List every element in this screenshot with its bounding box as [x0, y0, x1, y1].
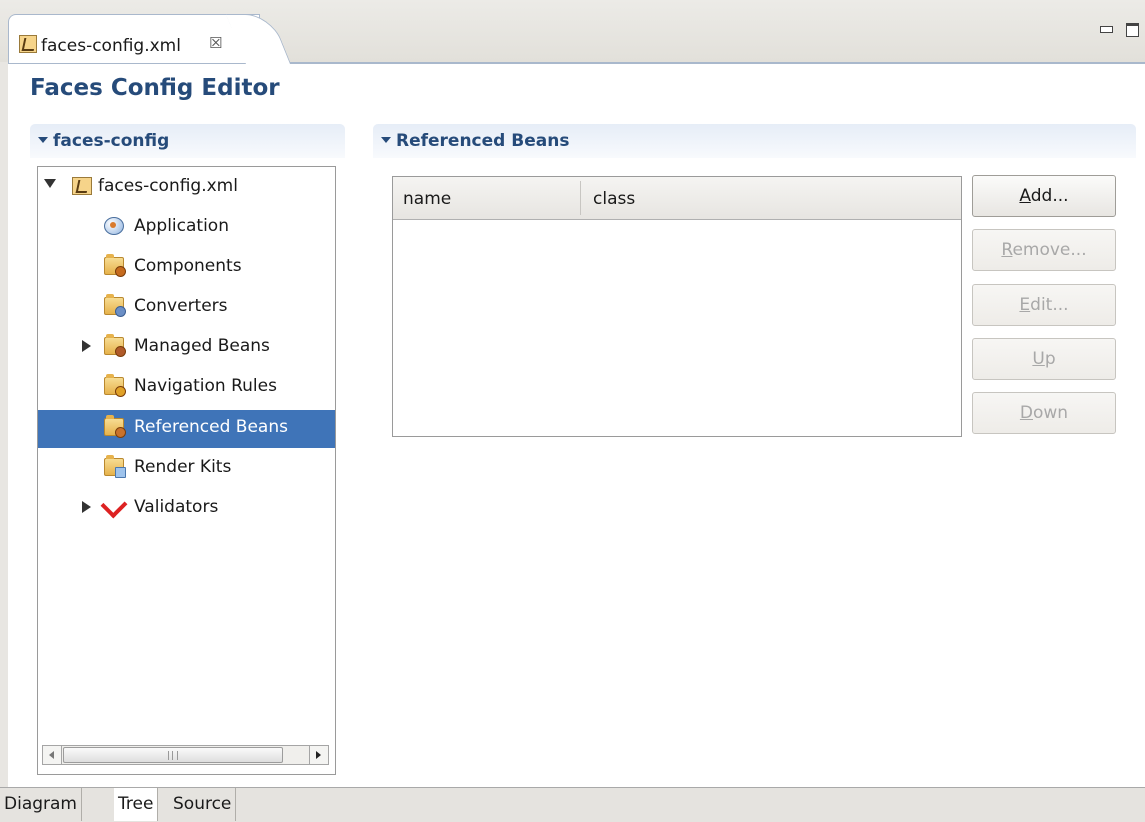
column-header-class[interactable]: class: [593, 189, 635, 209]
referenced-beans-section-header[interactable]: Referenced Beans: [373, 124, 1136, 158]
grip-icon: [168, 751, 178, 760]
referenced-beans-table[interactable]: name class: [392, 176, 962, 437]
faces-config-section-title: faces-config: [53, 131, 170, 151]
editor-tab-bar: faces-config.xml ☒: [0, 0, 1145, 64]
scroll-left-arrow-icon[interactable]: [43, 746, 62, 764]
render-kits-folder-icon: [104, 455, 126, 478]
tree-item-converters[interactable]: Converters: [38, 289, 335, 327]
tree-item-label: Components: [134, 256, 242, 276]
faces-config-section-header[interactable]: faces-config: [30, 124, 345, 158]
tree-item-components[interactable]: Components: [38, 249, 335, 287]
editor-tab-title: faces-config.xml: [41, 36, 181, 56]
faces-config-file-icon: [72, 177, 92, 195]
tree-item-render-kits[interactable]: Render Kits: [38, 450, 335, 488]
edit-button[interactable]: Edit...: [972, 284, 1116, 326]
tree-item-label: Converters: [134, 296, 228, 316]
tree-item-application[interactable]: Application: [38, 209, 335, 247]
referenced-beans-folder-icon: [104, 415, 126, 438]
expand-arrow-icon[interactable]: [82, 340, 91, 352]
column-header-name[interactable]: name: [403, 189, 451, 209]
tree-item-label: Validators: [134, 497, 219, 517]
remove-button[interactable]: Remove...: [972, 229, 1116, 271]
chevron-down-icon: [381, 137, 391, 143]
chevron-down-icon: [38, 137, 48, 143]
tree-item-navigation-rules[interactable]: Navigation Rules: [38, 369, 335, 407]
validators-check-icon: [100, 491, 128, 519]
tab-tree[interactable]: Tree: [114, 788, 159, 821]
tab-source[interactable]: Source: [169, 788, 237, 821]
faces-config-file-icon: [19, 35, 37, 53]
maximize-icon[interactable]: [1126, 23, 1139, 37]
tree-root-label: faces-config.xml: [98, 176, 238, 196]
close-icon[interactable]: ☒: [209, 34, 222, 52]
column-divider[interactable]: [580, 181, 581, 215]
referenced-beans-section-title: Referenced Beans: [396, 131, 570, 151]
tree-item-validators[interactable]: Validators: [38, 490, 335, 528]
editor-left-edge: [0, 62, 8, 787]
down-button[interactable]: Down: [972, 392, 1116, 434]
editor-tab[interactable]: faces-config.xml ☒: [8, 14, 260, 63]
navigation-rules-folder-icon: [104, 374, 126, 397]
converters-folder-icon: [104, 294, 126, 317]
up-button[interactable]: Up: [972, 338, 1116, 380]
tree-item-label: Application: [134, 216, 229, 236]
tree-root-faces-config[interactable]: faces-config.xml: [38, 169, 335, 207]
minimize-icon[interactable]: [1100, 26, 1113, 33]
expand-arrow-icon[interactable]: [82, 501, 91, 513]
tree-item-referenced-beans[interactable]: Referenced Beans: [38, 410, 335, 448]
managed-beans-folder-icon: [104, 334, 126, 357]
tree-item-label: Managed Beans: [134, 336, 270, 356]
editor-page-tabs: Diagram Tree Source: [0, 787, 1145, 822]
components-folder-icon: [104, 254, 126, 277]
tree-horizontal-scrollbar[interactable]: [42, 745, 329, 765]
scrollbar-thumb[interactable]: [63, 747, 283, 763]
faces-config-tree[interactable]: faces-config.xml Application Components …: [37, 166, 336, 775]
tab-diagram[interactable]: Diagram: [0, 788, 82, 821]
table-header: name class: [393, 177, 961, 220]
tree-item-label: Referenced Beans: [134, 417, 288, 437]
tree-item-managed-beans[interactable]: Managed Beans: [38, 329, 335, 367]
application-icon: [104, 217, 124, 235]
scroll-right-arrow-icon[interactable]: [309, 746, 328, 764]
page-title: Faces Config Editor: [30, 75, 280, 101]
tree-item-label: Render Kits: [134, 457, 232, 477]
tree-item-label: Navigation Rules: [134, 376, 277, 396]
expanded-arrow-icon[interactable]: [44, 179, 56, 188]
add-button[interactable]: Add...: [972, 175, 1116, 217]
